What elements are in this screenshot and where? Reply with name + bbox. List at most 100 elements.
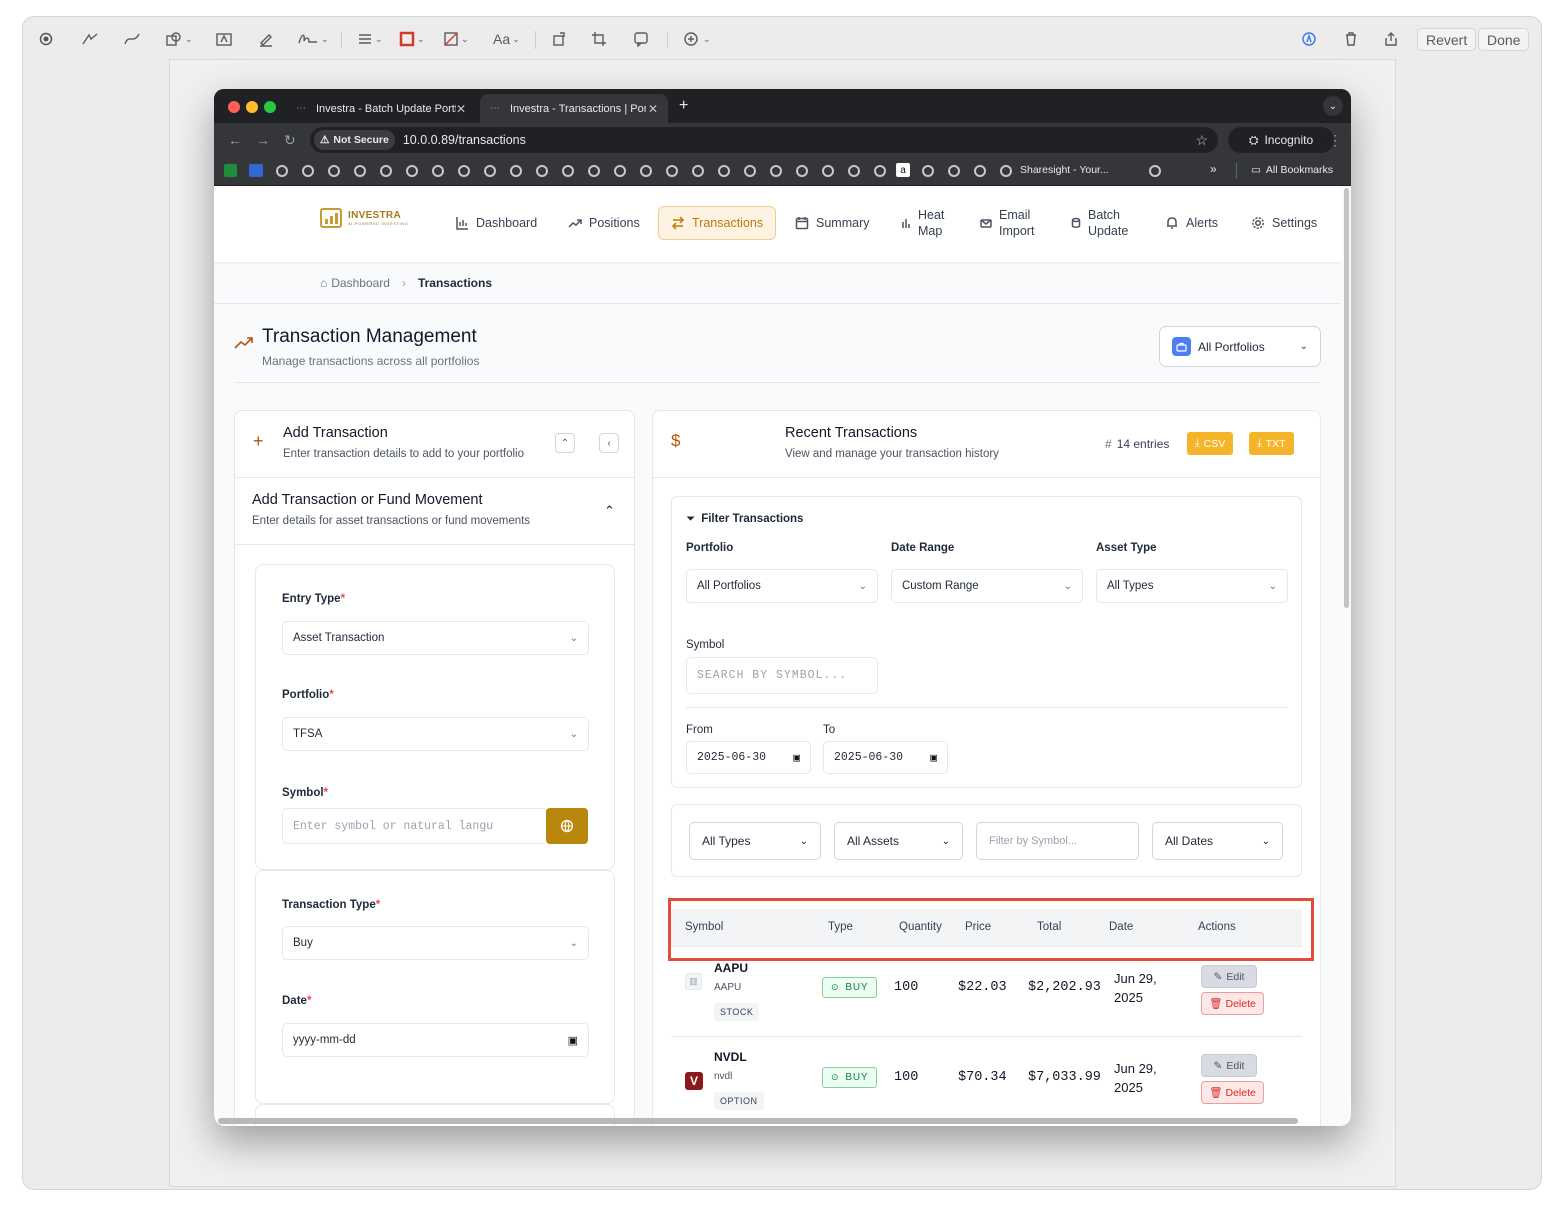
amazon-bookmark-icon[interactable]: a — [896, 163, 910, 177]
bookmark-star-icon[interactable]: ☆ — [1195, 132, 1208, 149]
share-icon[interactable] — [1383, 29, 1399, 49]
nav-summary[interactable]: Summary — [795, 206, 869, 240]
bookmark-sharesight[interactable]: Sharesight - Your... — [1020, 164, 1109, 176]
line-style-icon[interactable]: ⌄ — [357, 29, 383, 49]
record-icon[interactable] — [39, 29, 53, 49]
sign-icon[interactable]: ⌄ — [297, 29, 329, 49]
sketch-icon[interactable] — [81, 29, 99, 49]
annotate-icon[interactable] — [633, 29, 649, 49]
quick-filter-assets[interactable]: All Assets ⌄ — [834, 822, 963, 860]
bookmark-icon[interactable] — [922, 165, 934, 177]
filter-date-range-select[interactable]: Custom Range ⌄ — [891, 569, 1083, 603]
delete-button[interactable]: 🗑 Delete — [1201, 992, 1264, 1015]
edit-button[interactable]: ✎ Edit — [1201, 965, 1257, 988]
breadcrumb-dashboard[interactable]: Dashboard — [331, 276, 390, 290]
zoom-window-button[interactable] — [264, 101, 276, 113]
bookmark-icon[interactable] — [974, 165, 986, 177]
bookmark-icon[interactable] — [510, 165, 522, 177]
bookmark-icon[interactable] — [1149, 165, 1161, 177]
calendar-icon[interactable]: ▣ — [930, 751, 937, 765]
nav-dashboard[interactable]: Dashboard — [455, 206, 537, 240]
bookmark-icon[interactable] — [718, 165, 730, 177]
border-color-icon[interactable]: ⌄ — [399, 29, 425, 49]
collapse-up-button[interactable]: ⌃ — [555, 433, 575, 453]
bookmark-icon[interactable] — [406, 165, 418, 177]
investra-logo[interactable]: INVESTRA AI-POWERED INVESTING — [320, 208, 408, 228]
bookmark-icon[interactable] — [822, 165, 834, 177]
from-date-input[interactable]: 2025-06-30 ▣ — [686, 741, 811, 774]
bookmark-icon[interactable] — [874, 165, 886, 177]
symbol-lookup-button[interactable] — [546, 808, 588, 844]
bookmark-icon[interactable] — [640, 165, 652, 177]
not-secure-badge[interactable]: ⚠ Not Secure — [314, 130, 395, 150]
collapse-left-button[interactable]: ‹ — [599, 433, 619, 453]
entry-type-select[interactable]: Asset Transaction ⌄ — [282, 621, 589, 655]
new-tab-icon[interactable]: + — [679, 97, 688, 115]
symbol-input[interactable]: Enter symbol or natural langu — [282, 808, 548, 844]
url-bar[interactable]: ⚠ Not Secure 10.0.0.89/transactions ☆ — [310, 127, 1218, 153]
done-button[interactable]: Done — [1478, 28, 1530, 51]
incognito-indicator[interactable]: ⛭ Incognito — [1228, 127, 1334, 153]
markup-icon[interactable] — [1301, 29, 1317, 49]
portfolio-select[interactable]: TFSA ⌄ — [282, 717, 589, 751]
portfolio-selector[interactable]: All Portfolios ⌄ — [1159, 326, 1321, 367]
tab-search-icon[interactable]: ⌄ — [1323, 96, 1343, 116]
bookmark-icon[interactable] — [249, 164, 263, 177]
calendar-icon[interactable]: ▣ — [793, 751, 800, 765]
filter-portfolio-select[interactable]: All Portfolios ⌄ — [686, 569, 878, 603]
trash-icon[interactable] — [1343, 29, 1359, 49]
menu-icon[interactable]: ⋮ — [1328, 132, 1342, 149]
rotate-icon[interactable] — [551, 29, 567, 49]
quick-filter-types[interactable]: All Types ⌄ — [689, 822, 821, 860]
back-icon[interactable]: ← — [228, 132, 242, 148]
highlight-icon[interactable] — [257, 29, 275, 49]
forward-icon[interactable]: → — [256, 132, 270, 148]
bookmark-icon[interactable] — [328, 165, 340, 177]
bookmark-icon[interactable] — [536, 165, 548, 177]
quick-filter-dates[interactable]: All Dates ⌄ — [1152, 822, 1283, 860]
calendar-icon[interactable]: ▣ — [568, 1034, 578, 1047]
more-bookmarks-icon[interactable]: » — [1210, 162, 1217, 176]
quick-filter-symbol-input[interactable]: Filter by Symbol... — [976, 822, 1139, 860]
delete-button[interactable]: 🗑 Delete — [1201, 1081, 1264, 1104]
reload-icon[interactable]: ↻ — [284, 132, 296, 149]
nav-email-import[interactable]: Email Import — [980, 206, 1034, 240]
text-box-icon[interactable] — [215, 29, 233, 49]
nav-heat-map[interactable]: Heat Map — [901, 206, 944, 240]
horizontal-scrollbar[interactable] — [218, 1118, 1298, 1124]
date-input[interactable]: yyyy-mm-dd ▣ — [282, 1023, 589, 1057]
to-date-input[interactable]: 2025-06-30 ▣ — [823, 741, 948, 774]
bookmark-icon[interactable] — [692, 165, 704, 177]
accessibility-icon[interactable]: ⌄ — [683, 29, 711, 49]
filter-symbol-input[interactable]: SEARCH BY SYMBOL... — [686, 657, 878, 694]
bookmark-icon[interactable] — [1000, 165, 1012, 177]
bookmark-icon[interactable] — [848, 165, 860, 177]
bookmark-icon[interactable] — [432, 165, 444, 177]
export-txt-button[interactable]: ⤓ TXT — [1249, 432, 1294, 455]
bookmark-icon[interactable] — [562, 165, 574, 177]
bookmark-icon[interactable] — [302, 165, 314, 177]
tab-batch-update[interactable]: ⋯ Investra - Batch Update Portf ✕ — [286, 94, 476, 123]
bookmark-icon[interactable] — [744, 165, 756, 177]
minimize-window-button[interactable] — [246, 101, 258, 113]
bookmark-icon[interactable] — [666, 165, 678, 177]
all-bookmarks-button[interactable]: ▭ All Bookmarks — [1251, 164, 1333, 176]
bookmark-icon[interactable] — [484, 165, 496, 177]
nav-positions[interactable]: Positions — [568, 206, 640, 240]
bookmark-icon[interactable] — [380, 165, 392, 177]
revert-button[interactable]: Revert — [1417, 28, 1477, 51]
draw-icon[interactable] — [123, 29, 141, 49]
bookmark-icon[interactable] — [354, 165, 366, 177]
tab-transactions[interactable]: ⋯ Investra - Transactions | Portf ✕ — [480, 94, 668, 123]
bookmark-icon[interactable] — [588, 165, 600, 177]
nav-settings[interactable]: Settings — [1251, 206, 1317, 240]
sheets-bookmark-icon[interactable] — [224, 164, 237, 177]
bookmark-icon[interactable] — [770, 165, 782, 177]
transaction-type-select[interactable]: Buy ⌄ — [282, 926, 589, 960]
vertical-scrollbar[interactable] — [1341, 186, 1351, 1126]
close-window-button[interactable] — [228, 101, 240, 113]
nav-transactions[interactable]: Transactions — [658, 206, 777, 240]
nav-batch-update[interactable]: Batch Update — [1071, 206, 1128, 240]
bookmark-icon[interactable] — [948, 165, 960, 177]
crop-icon[interactable] — [591, 29, 607, 49]
